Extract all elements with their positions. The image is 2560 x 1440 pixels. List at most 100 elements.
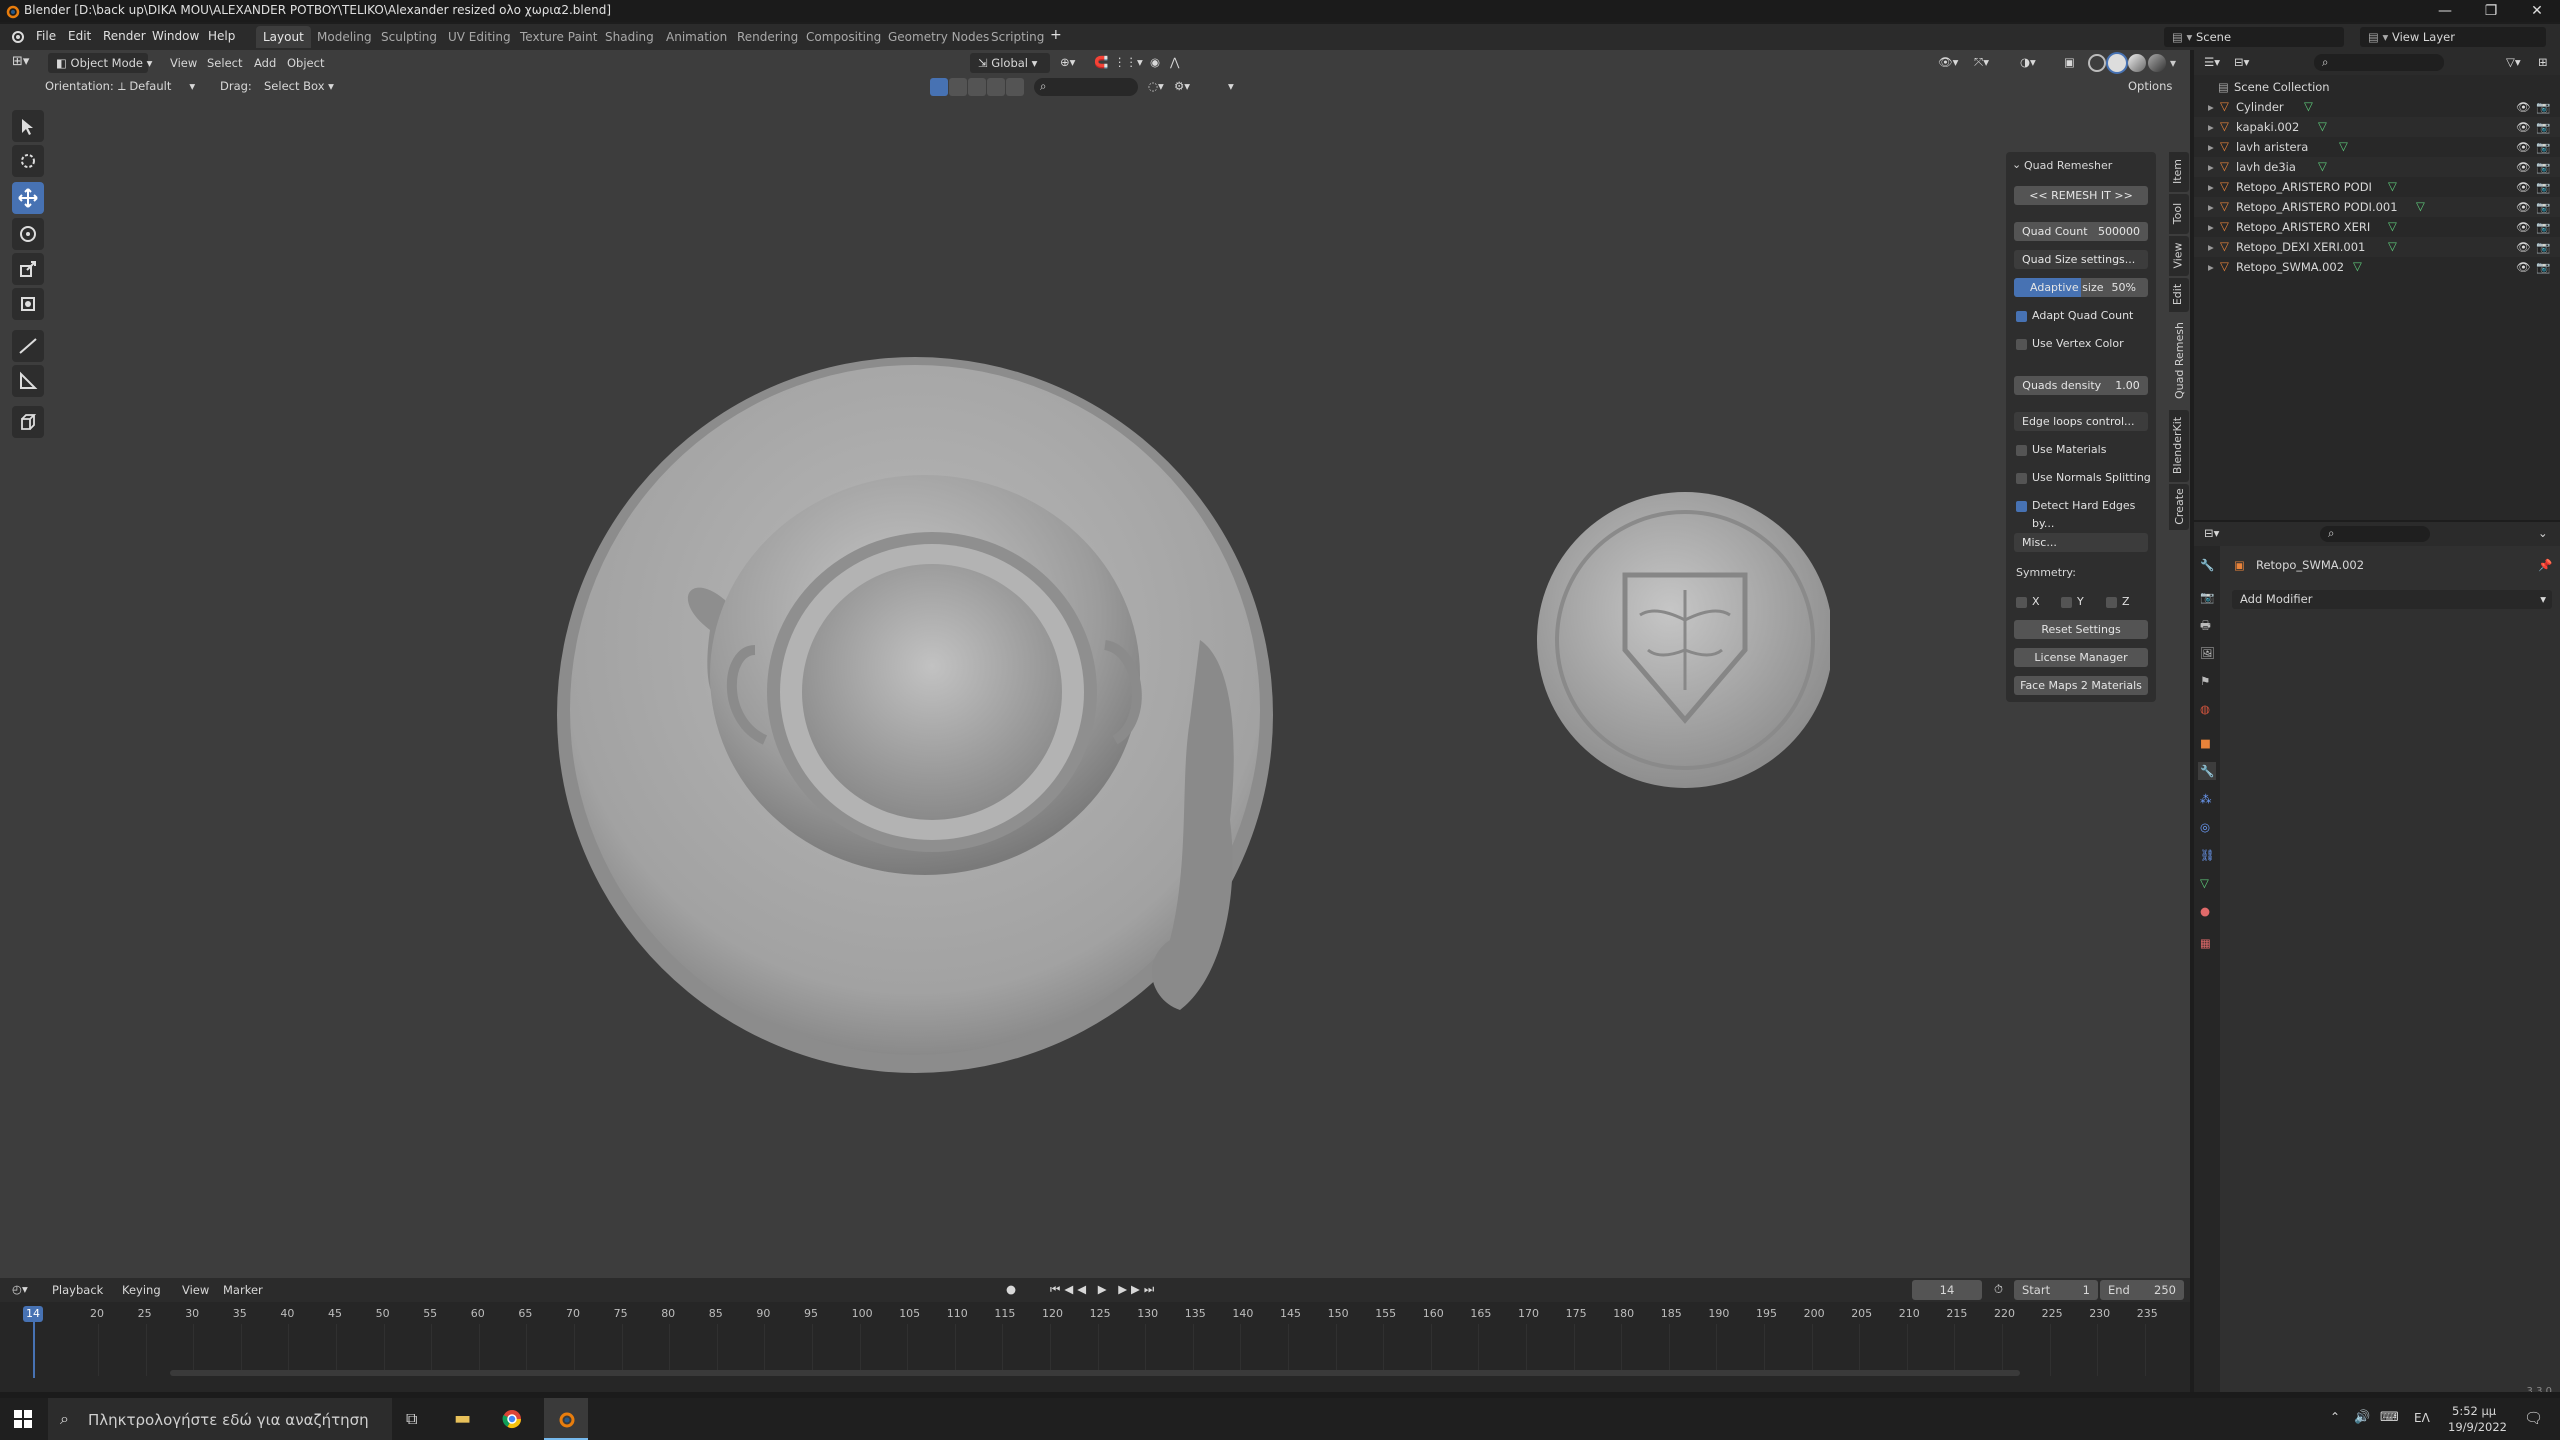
- pin-icon[interactable]: 📌: [2538, 558, 2552, 572]
- visibility-eye-icon[interactable]: 👁: [2516, 220, 2531, 234]
- use-materials-checkbox[interactable]: Use Materials: [2016, 441, 2106, 459]
- material-tab-icon[interactable]: ●: [2200, 904, 2210, 918]
- visibility-eye-icon[interactable]: 👁: [2516, 160, 2531, 174]
- tool-extra-icon[interactable]: ▾: [1228, 79, 1234, 93]
- expand-arrow-icon[interactable]: ▸: [2208, 120, 2214, 134]
- measure-tool[interactable]: [12, 365, 44, 397]
- quad-count-field[interactable]: Quad Count 500000: [2014, 222, 2148, 241]
- tab-layout[interactable]: Layout: [256, 26, 311, 48]
- render-camera-icon[interactable]: 📷: [2536, 160, 2550, 174]
- viewport-menu-view[interactable]: View: [170, 56, 197, 70]
- tab-scripting[interactable]: Scripting: [984, 26, 1051, 48]
- move-tool[interactable]: [12, 182, 44, 214]
- panel-collapse-icon[interactable]: ⌄: [2012, 158, 2021, 171]
- select-invert-icon[interactable]: [987, 78, 1005, 96]
- options-dropdown[interactable]: Options: [2128, 79, 2172, 93]
- use-normals-splitting-checkbox[interactable]: Use Normals Splitting: [2016, 469, 2151, 487]
- menu-window[interactable]: Window: [152, 29, 199, 43]
- end-frame-field[interactable]: End 250: [2100, 1280, 2184, 1300]
- editor-type-icon[interactable]: ⊞▾: [12, 54, 29, 69]
- render-camera-icon[interactable]: 📷: [2536, 260, 2550, 274]
- file-explorer-icon[interactable]: ▬: [454, 1408, 471, 1429]
- playback-controls[interactable]: ⏮◀◀ ▶ ▶▶⏭: [1050, 1282, 1158, 1297]
- symmetry-x-checkbox[interactable]: X: [2016, 593, 2040, 611]
- tab-tool[interactable]: Tool: [2169, 194, 2189, 234]
- render-camera-icon[interactable]: 📷: [2536, 140, 2550, 154]
- mode-dropdown[interactable]: ◧ Object Mode ▾: [48, 53, 152, 73]
- wireframe-shading-icon[interactable]: [2088, 54, 2106, 72]
- expand-arrow-icon[interactable]: ▸: [2208, 180, 2214, 194]
- expand-arrow-icon[interactable]: ▸: [2208, 200, 2214, 214]
- transform-tool[interactable]: [12, 288, 44, 320]
- tab-animation[interactable]: Animation: [659, 26, 734, 48]
- outliner-item[interactable]: ▸ ▽ Cylinder ▽ 👁 📷: [2194, 97, 2560, 117]
- menu-file[interactable]: File: [36, 29, 56, 43]
- add-cube-tool[interactable]: [12, 406, 44, 438]
- modifier-tab-icon[interactable]: 🔧: [2198, 762, 2217, 780]
- select-intersect-icon[interactable]: [1006, 78, 1024, 96]
- tab-edit[interactable]: Edit: [2169, 278, 2189, 312]
- expand-arrow-icon[interactable]: ▸: [2208, 100, 2214, 114]
- start-frame-field[interactable]: Start 1: [2014, 1280, 2098, 1300]
- visibility-eye-icon[interactable]: 👁: [2516, 120, 2531, 134]
- menu-render[interactable]: Render: [103, 29, 146, 43]
- chrome-icon[interactable]: [502, 1409, 522, 1429]
- world-tab-icon[interactable]: ◍: [2200, 702, 2210, 716]
- select-tool[interactable]: [12, 110, 44, 142]
- visibility-eye-icon[interactable]: 👁: [2516, 240, 2531, 254]
- constraints-tab-icon[interactable]: ⛓: [2200, 848, 2215, 862]
- adaptive-size-slider[interactable]: Adaptive size 50%: [2014, 278, 2148, 297]
- medallion-model[interactable]: [1530, 490, 1830, 790]
- proportional-edit-icon[interactable]: ◉: [1150, 55, 1160, 69]
- tab-create[interactable]: Create: [2169, 484, 2189, 530]
- current-frame-field[interactable]: 14: [1912, 1280, 1982, 1300]
- quads-density-field[interactable]: Quads density 1.00: [2014, 376, 2148, 395]
- scene-selector[interactable]: ▤ ▾ Scene: [2164, 27, 2344, 47]
- overlays-icon[interactable]: ◑▾: [2020, 55, 2036, 69]
- scene-tab-icon[interactable]: ⚑: [2200, 674, 2210, 688]
- select-subtract-icon[interactable]: [968, 78, 986, 96]
- keyboard-icon[interactable]: ⌨: [2380, 1410, 2399, 1425]
- adapt-quad-count-checkbox[interactable]: Adapt Quad Count: [2016, 307, 2133, 325]
- language-indicator[interactable]: ΕΛ: [2414, 1411, 2430, 1425]
- render-camera-icon[interactable]: 📷: [2536, 200, 2550, 214]
- tab-texture-paint[interactable]: Texture Paint: [513, 26, 604, 48]
- view-layer-tab-icon[interactable]: 🖼: [2200, 646, 2215, 660]
- rotate-tool[interactable]: [12, 218, 44, 250]
- orientation-dropdown[interactable]: ⟂ Default ▾: [110, 76, 210, 96]
- outliner-item[interactable]: ▸ ▽ Retopo_ARISTERO PODI.001 ▽ 👁 📷: [2194, 197, 2560, 217]
- outliner-item[interactable]: ▸ ▽ kapaki.002 ▽ 👁 📷: [2194, 117, 2560, 137]
- add-workspace-icon[interactable]: +: [1050, 27, 1062, 43]
- frame-ruler[interactable]: 14 20 25 30 35 40 45 50 55 60 65 70 75 80 85 90 95 100 10…: [0, 1306, 2190, 1376]
- properties-search-field[interactable]: ⌕: [2320, 526, 2430, 542]
- timeline-menu-marker[interactable]: Marker: [223, 1283, 263, 1297]
- tool-tab-icon[interactable]: 🔧: [2200, 558, 2214, 572]
- filter-icon[interactable]: ▽▾: [2506, 55, 2521, 69]
- minimize-icon[interactable]: —: [2422, 0, 2468, 22]
- snap-icon[interactable]: 🧲: [1094, 55, 1108, 69]
- tab-view[interactable]: View: [2169, 236, 2189, 276]
- edge-loops-control[interactable]: Edge loops control...: [2014, 412, 2148, 431]
- display-mode-icon[interactable]: ⊟▾: [2234, 55, 2249, 69]
- symmetry-y-checkbox[interactable]: Y: [2061, 593, 2084, 611]
- viewport-menu-add[interactable]: Add: [254, 56, 276, 70]
- menu-help[interactable]: Help: [208, 29, 235, 43]
- viewport-menu-select[interactable]: Select: [207, 56, 242, 70]
- timeline-menu-keying[interactable]: Keying: [122, 1283, 161, 1297]
- misc-section[interactable]: Misc...: [2014, 533, 2148, 552]
- new-collection-icon[interactable]: ⊞: [2538, 55, 2548, 69]
- timeline-editor-icon[interactable]: ◴▾: [12, 1282, 28, 1296]
- windows-start-icon[interactable]: [14, 1410, 32, 1428]
- 3d-viewport[interactable]: ⊞▾ ◧ Object Mode ▾ View Select Add Objec…: [0, 50, 2190, 1278]
- render-camera-icon[interactable]: 📷: [2536, 180, 2550, 194]
- expand-arrow-icon[interactable]: ▸: [2208, 220, 2214, 234]
- taskbar-search[interactable]: ⌕ Πληκτρολογήστε εδώ για αναζήτηση: [48, 1398, 392, 1440]
- drag-dropdown[interactable]: Select Box ▾: [256, 76, 336, 96]
- license-manager-button[interactable]: License Manager: [2014, 648, 2148, 667]
- outliner-item[interactable]: ▸ ▽ Retopo_SWMA.002 ▽ 👁 📷: [2194, 257, 2560, 277]
- tab-geometry-nodes[interactable]: Geometry Nodes: [881, 26, 996, 48]
- detect-hard-edges-checkbox[interactable]: Detect Hard Edges by...: [2016, 497, 2156, 530]
- visibility-eye-icon[interactable]: 👁: [2516, 260, 2531, 274]
- render-camera-icon[interactable]: 📷: [2536, 120, 2550, 134]
- record-icon[interactable]: ●: [1006, 1282, 1016, 1296]
